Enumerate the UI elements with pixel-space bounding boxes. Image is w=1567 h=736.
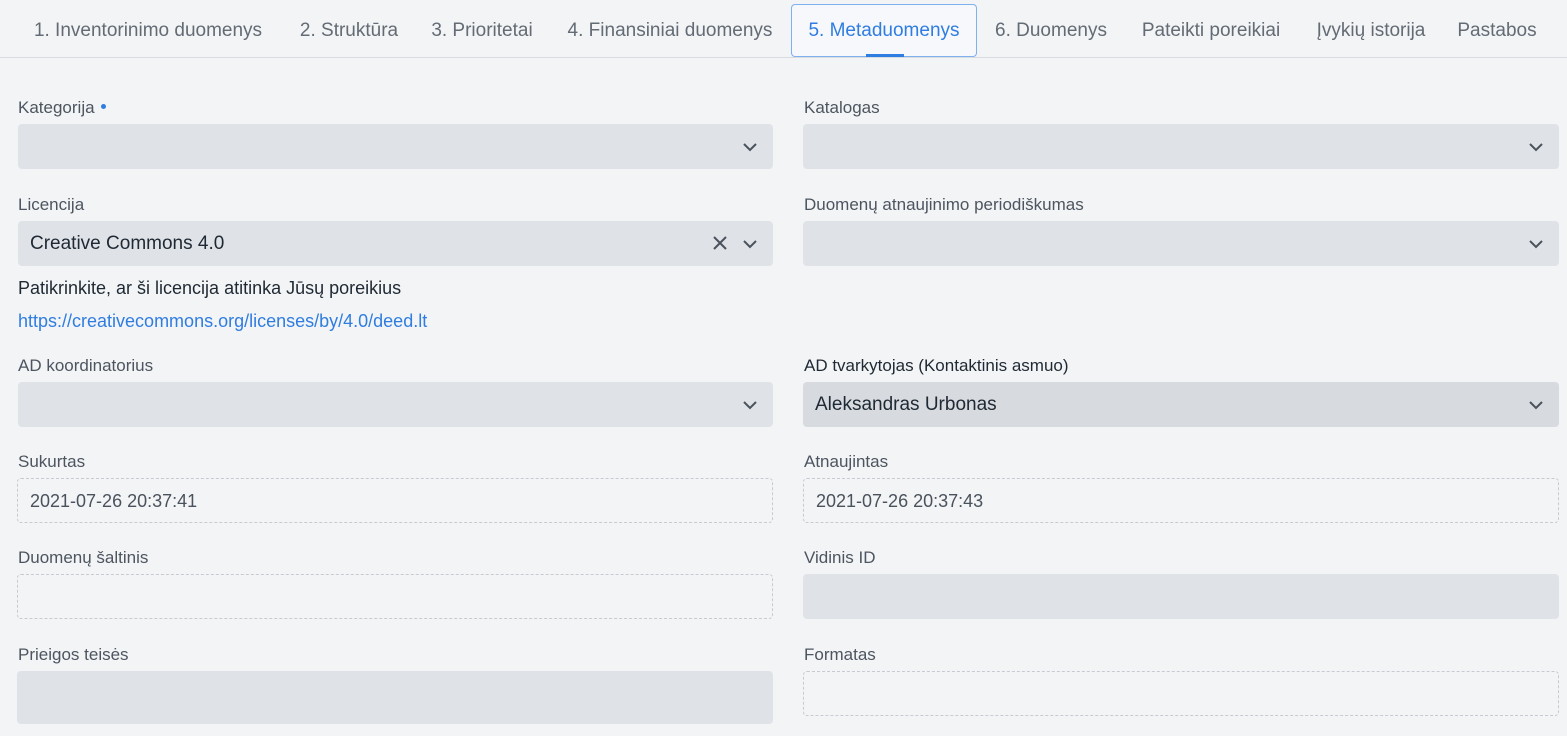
vidinis-id-input[interactable] xyxy=(803,574,1559,619)
chevron-down-icon[interactable] xyxy=(1527,235,1545,253)
tab-finansiniai-duomenys[interactable]: 4. Finansiniai duomenys xyxy=(555,4,785,57)
tab-prioritetai[interactable]: 3. Prioritetai xyxy=(420,4,544,57)
tab-ivykiu-istorija[interactable]: Įvykių istorija xyxy=(1304,4,1438,57)
saltinis-label: Duomenų šaltinis xyxy=(18,548,149,567)
tab-pateikti-poreikiai[interactable]: Pateikti poreikiai xyxy=(1128,4,1294,57)
formatas-label: Formatas xyxy=(804,645,876,664)
chevron-down-icon[interactable] xyxy=(741,235,759,253)
koordinatorius-select[interactable] xyxy=(18,382,773,427)
formatas-field xyxy=(803,671,1559,716)
atnaujintas-value: 2021-07-26 20:37:43 xyxy=(816,491,984,511)
licencija-hint: Patikrinkite, ar ši licencija atitinka J… xyxy=(18,278,402,298)
kategorija-select[interactable] xyxy=(18,124,773,169)
tab-label: 6. Duomenys xyxy=(995,19,1107,41)
chevron-down-icon[interactable] xyxy=(741,138,759,156)
prieigos-label: Prieigos teisės xyxy=(18,645,129,664)
atnaujintas-field: 2021-07-26 20:37:43 xyxy=(803,478,1559,523)
tab-label: 5. Metaduomenys xyxy=(808,19,960,41)
tab-duomenys[interactable]: 6. Duomenys xyxy=(985,4,1117,57)
sukurtas-value: 2021-07-26 20:37:41 xyxy=(30,491,198,511)
licencija-link[interactable]: https://creativecommons.org/licenses/by/… xyxy=(18,311,427,332)
periodiskumas-label: Duomenų atnaujinimo periodiškumas xyxy=(804,195,1084,214)
tab-label: 1. Inventorinimo duomenys xyxy=(33,19,263,41)
saltinis-field xyxy=(17,574,773,619)
atnaujintas-label: Atnaujintas xyxy=(804,452,889,471)
sukurtas-field: 2021-07-26 20:37:41 xyxy=(17,478,773,523)
tab-bar: 1. Inventorinimo duomenys 2. Struktūra 3… xyxy=(0,0,1567,58)
tab-label: Įvykių istorija xyxy=(1316,19,1426,41)
tab-inventorinimo-duomenys[interactable]: 1. Inventorinimo duomenys xyxy=(18,4,278,57)
licencija-value: Creative Commons 4.0 xyxy=(30,233,225,254)
tab-metaduomenys[interactable]: 5. Metaduomenys xyxy=(791,4,977,57)
required-indicator xyxy=(100,104,106,110)
tab-struktura[interactable]: 2. Struktūra xyxy=(288,4,410,57)
katalogas-select[interactable] xyxy=(803,124,1559,169)
licencija-label: Licencija xyxy=(18,195,85,214)
chevron-down-icon[interactable] xyxy=(1527,396,1545,414)
tab-label: 3. Prioritetai xyxy=(431,19,533,41)
kategorija-label: Kategorija xyxy=(18,98,106,118)
tab-label: 4. Finansiniai duomenys xyxy=(567,19,773,41)
prieigos-input[interactable] xyxy=(17,671,773,724)
tab-label: Pateikti poreikiai xyxy=(1141,19,1281,41)
tab-label: 2. Struktūra xyxy=(299,19,399,41)
tab-label: Pastabos xyxy=(1457,19,1537,41)
periodiskumas-select[interactable] xyxy=(803,221,1559,266)
tvarkytojas-select[interactable]: Aleksandras Urbonas xyxy=(803,382,1559,427)
katalogas-label: Katalogas xyxy=(804,98,880,117)
sukurtas-label: Sukurtas xyxy=(18,452,86,471)
tab-pastabos[interactable]: Pastabos xyxy=(1448,4,1546,57)
tvarkytojas-label: AD tvarkytojas (Kontaktinis asmuo) xyxy=(804,356,1069,375)
licencija-select[interactable]: Creative Commons 4.0 xyxy=(18,221,773,266)
close-icon[interactable] xyxy=(711,234,729,252)
kategorija-label-text: Kategorija xyxy=(18,98,95,117)
chevron-down-icon[interactable] xyxy=(741,396,759,414)
tvarkytojas-value: Aleksandras Urbonas xyxy=(815,394,997,415)
koordinatorius-label: AD koordinatorius xyxy=(18,356,154,375)
chevron-down-icon[interactable] xyxy=(1527,138,1545,156)
vidinis-id-label: Vidinis ID xyxy=(804,548,876,567)
